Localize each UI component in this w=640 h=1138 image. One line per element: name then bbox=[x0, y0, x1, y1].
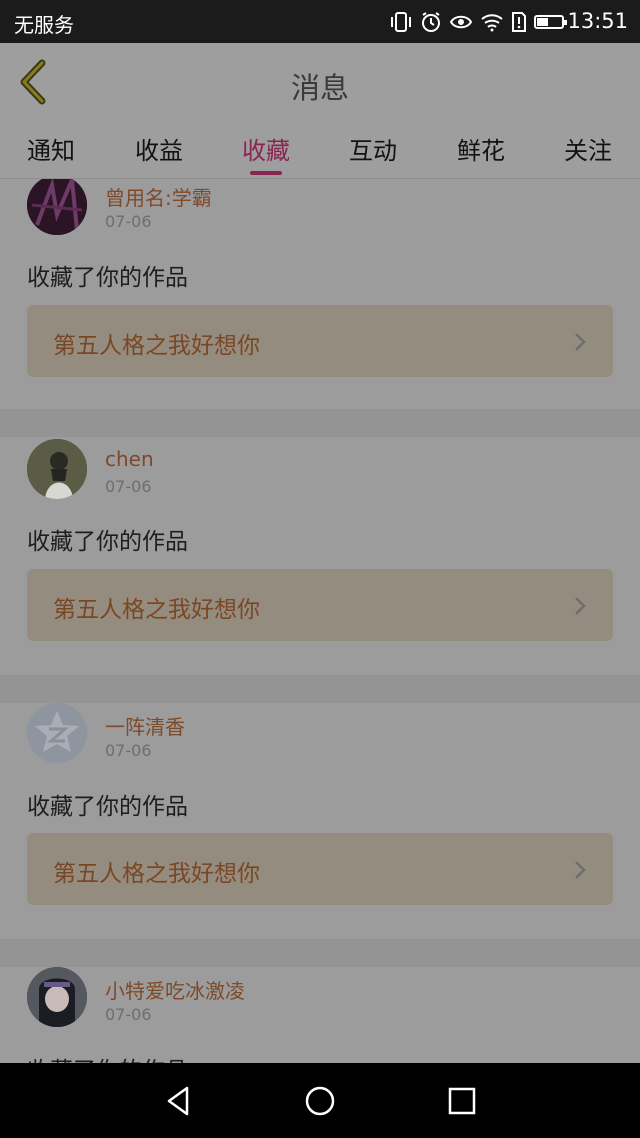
divider bbox=[0, 939, 640, 967]
eye-icon bbox=[449, 15, 473, 29]
list-item: 曾用名:学霸 07-06 收藏了你的作品 第五人格之我好想你 bbox=[0, 179, 640, 409]
item-date: 07-06 bbox=[105, 477, 152, 496]
work-title: 第五人格之我好想你 bbox=[53, 333, 260, 359]
work-title: 第五人格之我好想你 bbox=[53, 861, 260, 887]
work-link[interactable]: 第五人格之我好想你 bbox=[27, 305, 613, 377]
work-link[interactable]: 第五人格之我好想你 bbox=[27, 833, 613, 905]
avatar[interactable] bbox=[27, 967, 87, 1027]
username[interactable]: 一阵清香 bbox=[105, 711, 185, 740]
tab-bar: 通知 收益 收藏 互动 鲜花 关注 bbox=[0, 122, 640, 179]
recents-square-icon[interactable] bbox=[444, 1083, 480, 1119]
chevron-right-icon bbox=[575, 333, 586, 351]
page-title: 消息 bbox=[290, 71, 349, 105]
alarm-icon bbox=[422, 12, 440, 32]
tab-follow[interactable]: 关注 bbox=[538, 131, 638, 166]
default-avatar-icon bbox=[27, 703, 87, 763]
carrier-label: 无服务 bbox=[14, 13, 74, 37]
avatar-image bbox=[27, 967, 87, 1027]
work-title: 第五人格之我好想你 bbox=[53, 597, 260, 623]
tab-notice[interactable]: 通知 bbox=[1, 131, 101, 166]
back-triangle-icon[interactable] bbox=[160, 1083, 196, 1119]
system-nav-bar bbox=[0, 1063, 640, 1138]
action-text: 收藏了你的作品 bbox=[27, 529, 188, 555]
list-item: 一阵清香 07-06 收藏了你的作品 第五人格之我好想你 bbox=[0, 703, 640, 939]
wifi-icon bbox=[481, 14, 503, 32]
sim-alert-icon bbox=[512, 12, 526, 32]
tab-flowers[interactable]: 鲜花 bbox=[431, 131, 531, 166]
list-item: chen 07-06 收藏了你的作品 第五人格之我好想你 bbox=[0, 437, 640, 675]
work-link[interactable]: 第五人格之我好想你 bbox=[27, 569, 613, 641]
chevron-right-icon bbox=[575, 861, 586, 879]
message-feed[interactable]: 曾用名:学霸 07-06 收藏了你的作品 第五人格之我好想你 chen 07-0… bbox=[0, 179, 640, 1063]
divider bbox=[0, 675, 640, 703]
avatar-image bbox=[27, 439, 87, 499]
username[interactable]: 曾用名:学霸 bbox=[105, 182, 212, 211]
app-header: 消息 bbox=[0, 43, 640, 121]
avatar[interactable] bbox=[27, 439, 87, 499]
item-date: 07-06 bbox=[105, 1005, 152, 1024]
action-text: 收藏了你的作品 bbox=[27, 1051, 188, 1063]
home-circle-icon[interactable] bbox=[302, 1083, 338, 1119]
avatar-image bbox=[27, 179, 87, 235]
action-text: 收藏了你的作品 bbox=[27, 794, 188, 820]
divider bbox=[0, 409, 640, 437]
username[interactable]: 小特爱吃冰激凌 bbox=[105, 975, 245, 1004]
avatar[interactable] bbox=[27, 179, 87, 235]
clock: 13:51 bbox=[567, 9, 628, 33]
battery-level bbox=[537, 18, 548, 26]
item-date: 07-06 bbox=[105, 741, 152, 760]
vibrate-icon bbox=[391, 12, 411, 32]
tab-favorites[interactable]: 收藏 bbox=[216, 131, 316, 175]
list-item: 小特爱吃冰激凌 07-06 收藏了你的作品 bbox=[0, 967, 640, 1063]
status-icons bbox=[389, 10, 567, 34]
tab-interactions[interactable]: 互动 bbox=[323, 131, 423, 166]
avatar[interactable] bbox=[27, 703, 87, 763]
battery-icon bbox=[534, 15, 567, 29]
username[interactable]: chen bbox=[105, 447, 154, 471]
action-text: 收藏了你的作品 bbox=[27, 265, 188, 291]
tab-earnings[interactable]: 收益 bbox=[109, 131, 209, 166]
chevron-right-icon bbox=[575, 597, 586, 615]
status-bar: 无服务 13:51 bbox=[0, 0, 640, 43]
item-date: 07-06 bbox=[105, 212, 152, 231]
